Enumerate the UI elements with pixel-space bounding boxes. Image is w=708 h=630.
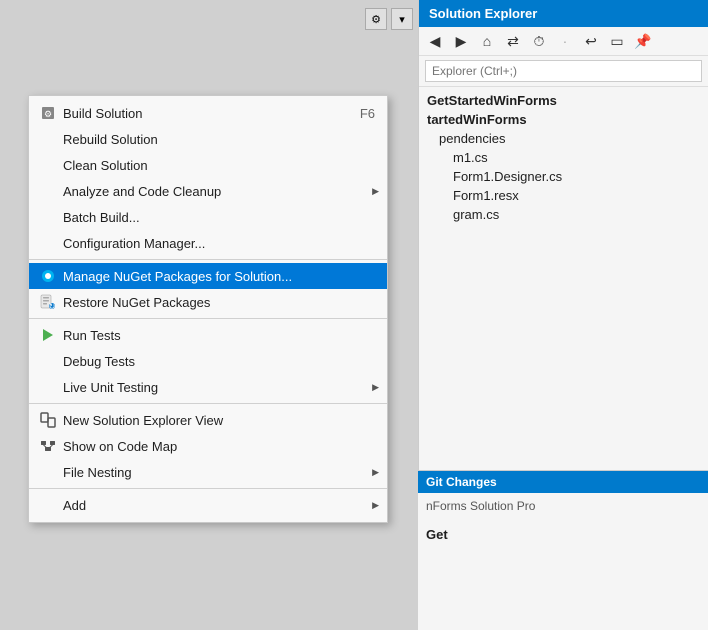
sync-button[interactable]: ⇄ <box>501 30 525 52</box>
menu-item-rebuild-solution[interactable]: Rebuild Solution <box>29 126 387 152</box>
menu-item-show-on-code-map[interactable]: Show on Code Map <box>29 433 387 459</box>
menu-item-new-solution-explorer-view[interactable]: New Solution Explorer View <box>29 407 387 433</box>
undo-button[interactable]: ↩ <box>579 30 603 52</box>
show-on-code-map-label: Show on Code Map <box>63 439 375 454</box>
live-unit-testing-label: Live Unit Testing <box>63 380 375 395</box>
tree-item[interactable]: m1.cs <box>419 148 708 167</box>
add-label: Add <box>63 498 375 513</box>
run-tests-label: Run Tests <box>63 328 375 343</box>
menu-item-analyze-code[interactable]: Analyze and Code Cleanup <box>29 178 387 204</box>
top-toolbar: ⚙ ▾ <box>365 8 413 30</box>
separator-after-file-nesting <box>29 488 387 489</box>
menu-item-manage-nuget[interactable]: Manage NuGet Packages for Solution... <box>29 263 387 289</box>
menu-item-add[interactable]: Add <box>29 492 387 518</box>
menu-item-file-nesting[interactable]: File Nesting <box>29 459 387 485</box>
new-solution-explorer-view-label: New Solution Explorer View <box>63 413 375 428</box>
show-on-code-map-icon <box>37 438 59 454</box>
clean-solution-label: Clean Solution <box>63 158 375 173</box>
back-button[interactable]: ◀ <box>423 30 447 52</box>
forward-button[interactable]: ▶ <box>449 30 473 52</box>
svg-text:↻: ↻ <box>49 302 56 310</box>
tree-item[interactable]: GetStartedWinForms <box>419 91 708 110</box>
home-button[interactable]: ⌂ <box>475 30 499 52</box>
tree-item[interactable]: Form1.Designer.cs <box>419 167 708 186</box>
se-search-input[interactable] <box>425 60 702 82</box>
configuration-manager-label: Configuration Manager... <box>63 236 375 251</box>
tree-item[interactable]: tartedWinForms <box>419 110 708 129</box>
separator-btn: · <box>553 30 577 52</box>
new-solution-explorer-view-icon <box>37 412 59 428</box>
dropdown-arrow[interactable]: ▾ <box>391 8 413 30</box>
menu-item-restore-nuget[interactable]: ↻ Restore NuGet Packages <box>29 289 387 315</box>
analyze-code-label: Analyze and Code Cleanup <box>63 184 375 199</box>
build-solution-label: Build Solution <box>63 106 340 121</box>
pin-button[interactable]: 📌 <box>631 30 655 52</box>
menu-item-debug-tests[interactable]: Debug Tests <box>29 348 387 374</box>
file-nesting-label: File Nesting <box>63 465 375 480</box>
solution-explorer-title: Solution Explorer <box>419 0 708 27</box>
restore-nuget-label: Restore NuGet Packages <box>63 295 375 310</box>
menu-item-clean-solution[interactable]: Clean Solution <box>29 152 387 178</box>
svg-text:⚙: ⚙ <box>44 109 52 119</box>
menu-item-live-unit-testing[interactable]: Live Unit Testing <box>29 374 387 400</box>
debug-tests-label: Debug Tests <box>63 354 375 369</box>
git-get-label: Get <box>418 519 708 550</box>
clock-button[interactable]: ⏱ <box>527 30 551 52</box>
tree-item[interactable]: pendencies <box>419 129 708 148</box>
tree-item[interactable]: gram.cs <box>419 205 708 224</box>
separator-after-configuration-manager <box>29 259 387 260</box>
restore-nuget-icon: ↻ <box>37 294 59 310</box>
git-changes-title: Git Changes <box>418 471 708 493</box>
separator-after-restore-nuget <box>29 318 387 319</box>
menu-item-run-tests[interactable]: Run Tests <box>29 322 387 348</box>
git-solution-pro-label: nForms Solution Pro <box>426 499 535 513</box>
solution-explorer-panel: Solution Explorer ◀ ▶ ⌂ ⇄ ⏱ · ↩ ▭ 📌 GetS… <box>418 0 708 630</box>
build-solution-icon: ⚙ <box>37 105 59 121</box>
manage-nuget-icon <box>37 268 59 284</box>
separator-after-live-unit-testing <box>29 403 387 404</box>
git-changes-panel: Git Changes nForms Solution Pro Get <box>418 470 708 630</box>
batch-build-label: Batch Build... <box>63 210 375 225</box>
solution-explorer-title-text: Solution Explorer <box>429 6 537 21</box>
window-button[interactable]: ▭ <box>605 30 629 52</box>
context-menu: ⚙ Build Solution F6 Rebuild Solution Clean S… <box>28 95 388 523</box>
se-search-area <box>419 56 708 87</box>
settings-icon[interactable]: ⚙ <box>365 8 387 30</box>
manage-nuget-label: Manage NuGet Packages for Solution... <box>63 269 375 284</box>
run-tests-icon <box>37 327 59 343</box>
menu-item-build-solution[interactable]: ⚙ Build Solution F6 <box>29 100 387 126</box>
git-changes-title-text: Git Changes <box>426 475 497 489</box>
se-toolbar: ◀ ▶ ⌂ ⇄ ⏱ · ↩ ▭ 📌 <box>419 27 708 56</box>
get-text: Get <box>426 527 448 542</box>
tree-item[interactable]: Form1.resx <box>419 186 708 205</box>
menu-item-configuration-manager[interactable]: Configuration Manager... <box>29 230 387 256</box>
build-solution-shortcut: F6 <box>360 106 375 121</box>
menu-item-batch-build[interactable]: Batch Build... <box>29 204 387 230</box>
git-changes-content: nForms Solution Pro <box>418 493 708 519</box>
rebuild-solution-label: Rebuild Solution <box>63 132 375 147</box>
